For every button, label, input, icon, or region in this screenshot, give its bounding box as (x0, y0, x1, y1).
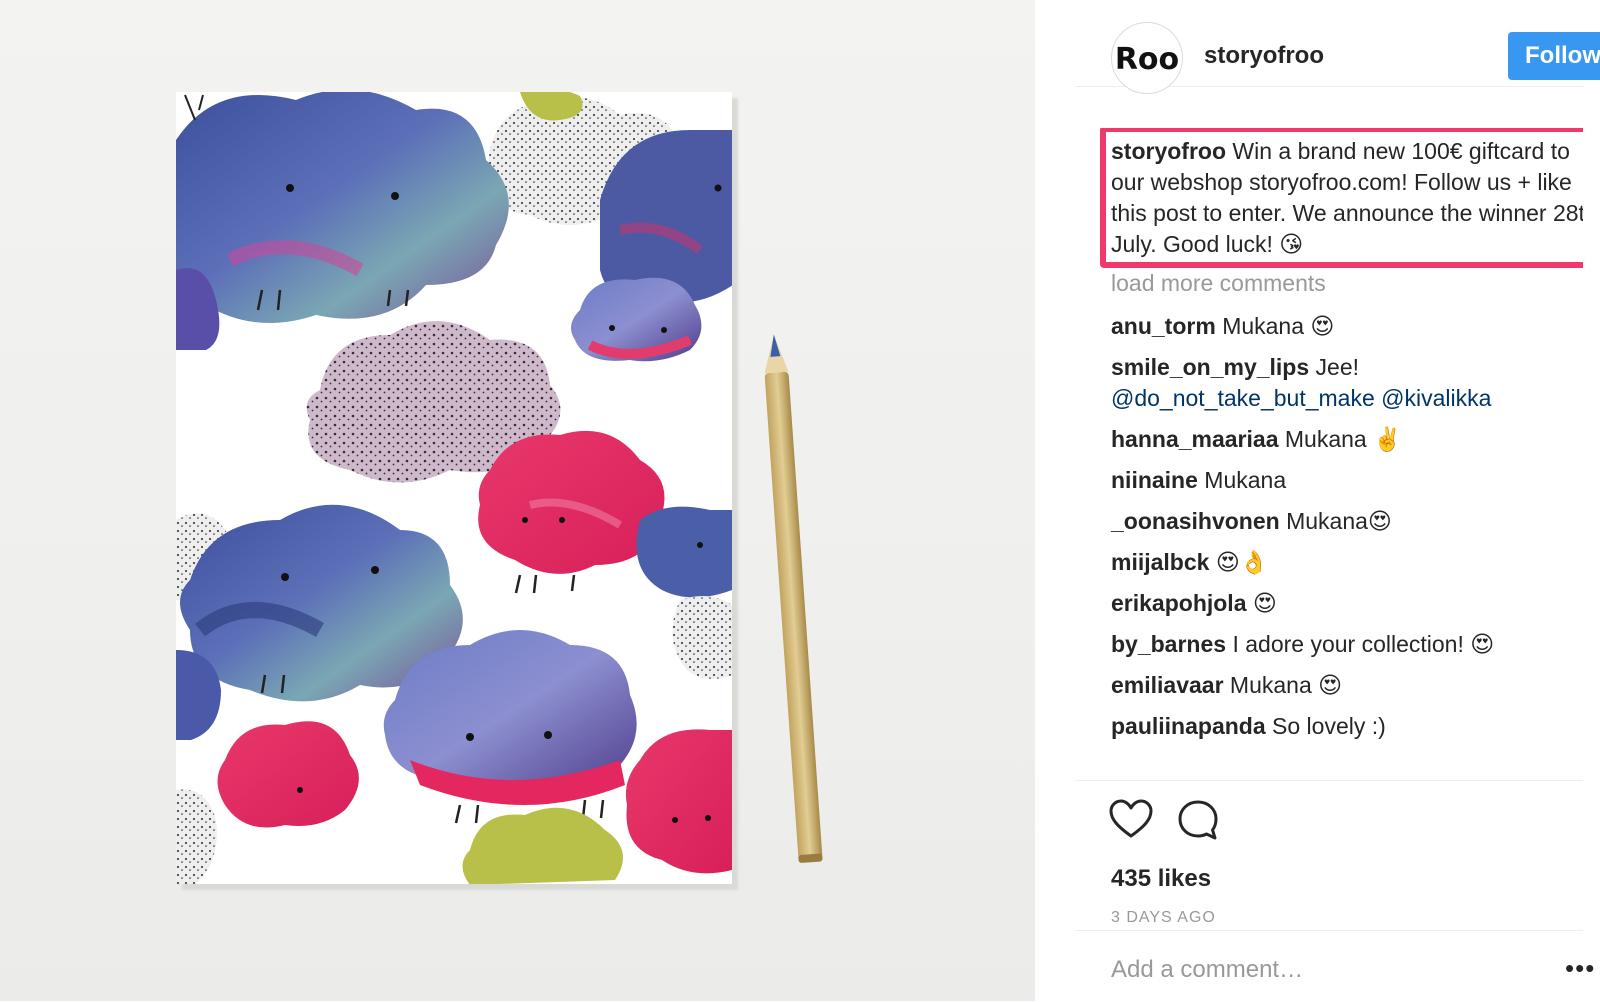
comment-text: 😍👌 (1215, 549, 1269, 575)
comment-text: Jee! (1315, 354, 1360, 380)
comment: erikapohjola 😍 (1111, 588, 1583, 619)
follow-button[interactable]: Follow (1508, 32, 1600, 80)
comment-username[interactable]: emiliavaar (1111, 672, 1224, 698)
header-username[interactable]: storyofroo (1204, 42, 1324, 70)
comment: smile_on_my_lips Jee! @do_not_take_but_m… (1111, 352, 1583, 414)
comment-text: 😍 (1252, 590, 1277, 616)
comment: niinaine Mukana (1111, 465, 1583, 496)
comment: emiliavaar Mukana 😍 (1111, 670, 1583, 701)
post-image[interactable] (0, 0, 1035, 1001)
comment-username[interactable]: pauliinapanda (1111, 713, 1266, 739)
comment-username[interactable]: miijalbck (1111, 549, 1209, 575)
heart-icon[interactable] (1109, 799, 1153, 844)
comment-username[interactable]: anu_torm (1111, 313, 1216, 339)
postcard-illustration (176, 92, 823, 890)
comment-username[interactable]: erikapohjola (1111, 590, 1246, 616)
avatar[interactable]: Roo (1111, 22, 1183, 94)
add-comment-input[interactable] (1109, 949, 1533, 991)
add-comment-row: ••• (1075, 930, 1594, 1002)
post-actions: 435 likes 3 DAYS AGO (1075, 780, 1583, 931)
comment-username[interactable]: by_barnes (1111, 631, 1226, 657)
likes-count[interactable]: 435 likes (1111, 865, 1211, 893)
post-timestamp[interactable]: 3 DAYS AGO (1111, 909, 1216, 927)
comment-mentions[interactable]: @do_not_take_but_make @kivalikka (1111, 385, 1491, 411)
comments-section: storyofroo Win a brand new 100€ giftcard… (1075, 128, 1583, 780)
comment-text: Mukana 😍 (1229, 672, 1343, 698)
more-options-icon[interactable]: ••• (1565, 953, 1595, 984)
comment-list: anu_torm Mukana 😍 smile_on_my_lips Jee! … (1111, 311, 1583, 752)
svg-text:Roo: Roo (1115, 42, 1179, 77)
comment: miijalbck 😍👌 (1111, 547, 1583, 578)
comment: anu_torm Mukana 😍 (1111, 311, 1583, 342)
roo-logo-icon: Roo (1115, 42, 1179, 77)
comment-username[interactable]: _oonasihvonen (1111, 508, 1280, 534)
highlight-box (1100, 128, 1583, 268)
comment: pauliinapanda So lovely :) (1111, 711, 1583, 742)
post-header: Roo storyofroo Follow (1075, 10, 1600, 94)
comment-username[interactable]: niinaine (1111, 467, 1198, 493)
comment: _oonasihvonen Mukana😍 (1111, 506, 1583, 537)
comment-username[interactable]: hanna_maariaa (1111, 426, 1278, 452)
comment-bubble-icon[interactable] (1177, 799, 1219, 846)
comment-text: So lovely :) (1272, 713, 1386, 739)
comment-text: Mukana 😍 (1222, 313, 1335, 339)
comment: by_barnes I adore your collection! 😍 (1111, 629, 1583, 660)
comment-text: Mukana ✌️ (1284, 426, 1402, 452)
comment-text: Mukana (1204, 467, 1287, 493)
comment-username[interactable]: smile_on_my_lips (1111, 354, 1309, 380)
post-sidebar: Roo storyofroo Follow storyofroo Win a b… (1035, 0, 1600, 1001)
comment: hanna_maariaa Mukana ✌️ (1111, 424, 1583, 455)
comment-text: I adore your collection! 😍 (1232, 631, 1495, 657)
comment-text: Mukana😍 (1286, 508, 1392, 534)
load-more-comments-link[interactable]: load more comments (1111, 270, 1326, 297)
